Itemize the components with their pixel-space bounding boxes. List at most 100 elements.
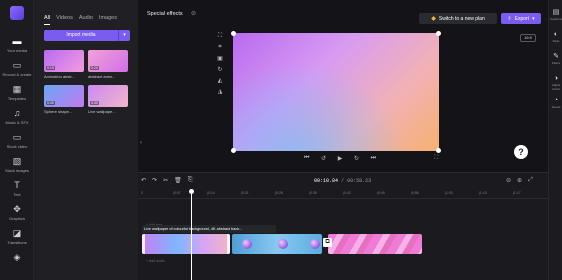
export-button[interactable]: ⇧ Export ▾ (501, 13, 541, 24)
nav-item-8[interactable]: ✥ Graphics (0, 204, 34, 221)
tab-images[interactable]: Images (99, 15, 117, 25)
flip-vertical-icon[interactable]: ◮ (214, 88, 226, 95)
nav-item-label: Stock video (6, 144, 28, 149)
chevron-down-icon: ▾ (532, 15, 535, 22)
transition-icon[interactable]: ⧉ (323, 238, 332, 247)
tab-audio[interactable]: Audio (79, 15, 93, 25)
tab-all[interactable]: All (44, 15, 51, 25)
aspect-ratio-button[interactable]: 16:9 (520, 34, 536, 42)
resize-handle[interactable] (231, 31, 236, 36)
video-preview[interactable] (233, 33, 439, 151)
delete-icon[interactable]: 🗑 (174, 177, 182, 184)
nav-item-2[interactable]: ▭ Record & create (0, 60, 34, 77)
nav-item-1[interactable]: ▬ Your media (0, 36, 34, 53)
resize-handle[interactable] (436, 31, 441, 36)
media-item-2[interactable]: 0:20 (88, 50, 128, 72)
fade-icon: ◐ (553, 31, 559, 38)
sphere-thumbnail (278, 239, 288, 249)
playhead[interactable] (189, 189, 194, 280)
nav-item-5[interactable]: ▭ Stock video (0, 132, 34, 149)
nav-item-4[interactable]: ♫ Music & SFX (0, 108, 34, 125)
crop-icon[interactable]: ⌗ (214, 44, 226, 51)
split-icon[interactable]: ✂ (163, 177, 168, 184)
nav-item-6[interactable]: ▧ Stock images (0, 156, 34, 173)
nav-item-label: Templates (7, 96, 27, 101)
duplicate-icon[interactable]: ⎘ (188, 177, 193, 184)
media-item-1[interactable]: 0:19 (44, 50, 84, 72)
help-button[interactable]: ? (514, 145, 528, 159)
property-5[interactable]: ◔ Speed (549, 96, 562, 109)
speed-icon: ◔ (553, 97, 559, 104)
video-clip[interactable] (142, 234, 230, 254)
media-item-label: abstract anim... (88, 74, 116, 79)
music-icon: ♫ (13, 108, 21, 118)
clip-trim-handle[interactable] (142, 234, 145, 254)
flip-icon[interactable]: ◭ (214, 77, 226, 84)
ruler-tick: |0:35 (309, 191, 317, 195)
playhead-handle[interactable] (189, 189, 194, 194)
upgrade-plan-label: Switch to a new plan (438, 15, 485, 22)
ruler-tick: |1:10 (479, 191, 487, 195)
media-duration: 0:20 (90, 66, 99, 70)
property-1[interactable]: ▤ Captions (549, 8, 562, 21)
clipchamp-editor: ▬ Your media ▭ Record & create ▦ Templates ♫ Mu… (0, 0, 562, 280)
property-label: Captions (550, 17, 562, 21)
fullscreen-icon[interactable]: ⛶ (434, 155, 438, 162)
media-duration: 0:30 (46, 101, 55, 105)
media-item-4[interactable]: 0:30 (88, 85, 128, 107)
eye-slash-icon[interactable]: ⊘ (191, 10, 196, 17)
playback-controls: ⏮ ↺ ▶ ↻ ⏭ (304, 155, 376, 165)
rotate-icon[interactable]: ↻ (214, 66, 226, 73)
clip-title-tooltip: Live wallpaper of colourful background, … (142, 225, 276, 233)
sphere-thumbnail (310, 239, 320, 249)
export-label: Export (514, 15, 530, 22)
add-audio-track[interactable]: + Add audio (146, 259, 165, 263)
rewind-5-icon[interactable]: ↺ (321, 155, 326, 165)
skip-forward-icon[interactable]: ⏭ (371, 155, 376, 165)
ruler-tick: |0:56 (411, 191, 419, 195)
property-3[interactable]: ✎ Filters (549, 52, 562, 65)
chevron-down-icon[interactable]: ▾ (118, 30, 130, 41)
redo-icon[interactable]: ↷ (152, 177, 157, 184)
ruler-tick: |0:42 (343, 191, 351, 195)
text-icon: T (14, 180, 20, 190)
nav-item-7[interactable]: T Text (0, 180, 34, 197)
nav-item-9[interactable]: ◪ Transitions (0, 228, 34, 245)
forward-5-icon[interactable]: ↻ (354, 155, 359, 165)
zoom-in-icon[interactable]: ⊕ (517, 177, 522, 184)
property-2[interactable]: ◐ Fade (549, 30, 562, 43)
import-media-button[interactable]: Import media ▾ (44, 30, 130, 41)
fit-timeline-icon[interactable]: ⤢ (528, 177, 533, 184)
picture-in-picture-icon[interactable]: ▣ (214, 55, 226, 62)
video-clip[interactable] (328, 234, 422, 254)
undo-icon[interactable]: ↶ (141, 177, 146, 184)
property-4[interactable]: ◑ Adjust colors (549, 74, 562, 91)
diamond-icon: ◆ (431, 16, 436, 22)
resize-handle[interactable] (436, 148, 441, 153)
video-clip[interactable] (232, 234, 322, 254)
media-item-3[interactable]: 0:30 (44, 85, 84, 107)
time-ruler[interactable]: 0 |0:07 |0:14 |0:21 |0:28 |0:35 |0:42 |0… (138, 189, 548, 199)
property-label: Speed (551, 105, 561, 109)
upload-icon: ⇧ (507, 15, 512, 22)
media-duration: 0:30 (90, 101, 99, 105)
ruler-tick: 0 (141, 191, 143, 195)
timeline: ↶ ↷ ✂ 🗑 ⎘ 00:10.84 / 00:58.23 ⊖ ⊕ ⤢ 0 |0… (138, 172, 548, 280)
tab-videos[interactable]: Videos (56, 15, 73, 25)
play-icon[interactable]: ▶ (338, 155, 343, 165)
nav-item-10[interactable]: ◈ (0, 252, 34, 264)
project-title[interactable]: Special effects (147, 11, 183, 17)
clip-trim-handle[interactable] (227, 234, 230, 254)
nav-item-label: Your media (6, 48, 28, 53)
resize-handle[interactable] (231, 148, 236, 153)
zoom-out-icon[interactable]: ⊖ (506, 177, 511, 184)
app-logo-icon[interactable] (10, 6, 24, 20)
top-bar: Special effects ⊘ ◆ Switch to a new plan… (138, 8, 548, 24)
skip-back-icon[interactable]: ⏮ (304, 155, 309, 165)
filters-icon: ✎ (553, 53, 559, 60)
property-label: Filters (551, 61, 561, 65)
upgrade-plan-button[interactable]: ◆ Switch to a new plan (419, 13, 497, 24)
nav-item-3[interactable]: ▦ Templates (0, 84, 34, 101)
zoom-controls: ⊖ ⊕ ⤢ (506, 177, 533, 184)
fit-icon[interactable]: ⛶ (214, 33, 226, 40)
